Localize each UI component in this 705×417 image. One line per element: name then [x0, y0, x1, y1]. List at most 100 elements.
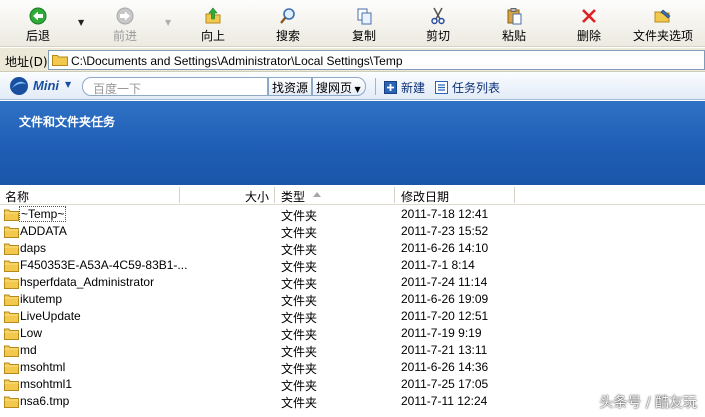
search-web-button[interactable]: 搜网页 ▼	[312, 77, 366, 96]
folder-icon	[4, 209, 19, 221]
plus-icon	[384, 81, 397, 94]
copy-icon	[357, 8, 372, 25]
toolbar: 后退 ▼ 前进 ▼ 向上 搜索 复制 剪切 粘贴 删除 文件夹选项	[0, 0, 705, 47]
sort-ascending-icon	[313, 192, 321, 197]
table-row[interactable]: msohtml 文件夹 2011-6-26 14:36	[0, 359, 705, 376]
file-name[interactable]: msohtml1	[20, 377, 72, 391]
up-label: 向上	[200, 29, 225, 43]
mini-toolbar: Mini ▼ 百度一下 找资源 搜网页 ▼ 新建 任务列表	[0, 73, 705, 100]
search-magnifier-icon	[280, 8, 295, 24]
paste-clipboard-icon	[507, 8, 522, 25]
file-name[interactable]: hsperfdata_Administrator	[20, 275, 154, 289]
file-name[interactable]: daps	[20, 241, 46, 255]
file-modified: 2011-6-26 14:10	[401, 241, 489, 255]
folder-icon	[4, 260, 19, 272]
column-divider[interactable]	[514, 187, 515, 203]
paste-button[interactable]: 粘贴	[484, 7, 544, 44]
folder-icon	[4, 311, 19, 323]
paste-label: 粘贴	[501, 29, 526, 43]
mini-dropdown-icon[interactable]: ▼	[65, 80, 71, 89]
search-input[interactable]: 百度一下	[82, 77, 268, 96]
column-divider[interactable]	[179, 187, 180, 203]
column-modified[interactable]: 修改日期	[401, 188, 449, 205]
file-name[interactable]: nsa6.tmp	[20, 394, 69, 408]
cut-button[interactable]: 剪切	[408, 7, 468, 44]
file-name[interactable]: Low	[20, 326, 42, 340]
folder-options-button[interactable]: 文件夹选项	[629, 7, 697, 44]
file-modified: 2011-7-11 12:24	[401, 394, 488, 408]
file-name[interactable]: md	[20, 343, 37, 357]
column-size[interactable]: 大小	[245, 188, 269, 205]
search-button[interactable]: 搜索	[258, 7, 318, 44]
file-name[interactable]: ADDATA	[20, 224, 67, 238]
task-list-label: 任务列表	[452, 81, 501, 95]
up-button[interactable]: 向上	[183, 7, 243, 44]
up-folder-icon	[205, 7, 221, 24]
table-row[interactable]: hsperfdata_Administrator 文件夹 2011-7-24 11:…	[0, 274, 705, 291]
new-button[interactable]: 新建	[384, 79, 425, 96]
address-path: C:\Documents and Settings\Administrator\…	[71, 54, 403, 68]
column-divider[interactable]	[394, 187, 395, 203]
folder-options-icon	[654, 9, 671, 23]
file-modified: 2011-6-26 14:36	[401, 360, 489, 374]
table-row[interactable]: Low 文件夹 2011-7-19 9:19	[0, 325, 705, 342]
address-field[interactable]: C:\Documents and Settings\Administrator\…	[48, 50, 705, 70]
forward-label: 前进	[112, 29, 137, 43]
folder-icon	[4, 396, 19, 408]
file-type: 文件夹	[281, 294, 318, 308]
file-modified: 2011-6-26 19:09	[401, 292, 489, 306]
file-name[interactable]: msohtml	[20, 360, 65, 374]
table-row[interactable]: ikutemp 文件夹 2011-6-26 19:09	[0, 291, 705, 308]
search-web-label: 搜网页	[316, 81, 353, 95]
back-label: 后退	[25, 29, 50, 43]
file-type: 文件夹	[281, 311, 318, 325]
table-row[interactable]: daps 文件夹 2011-6-26 14:10	[0, 240, 705, 257]
task-pane-title[interactable]: 文件和文件夹任务	[19, 113, 115, 130]
file-modified: 2011-7-1 8:14	[401, 258, 475, 272]
list-icon	[435, 81, 448, 94]
forward-button[interactable]: 前进	[95, 7, 155, 44]
table-row[interactable]: msohtml1 文件夹 2011-7-25 17:05	[0, 376, 705, 393]
table-row[interactable]: F450353E-A53A-4C59-83B1-... 文件夹 2011-7-1 8…	[0, 257, 705, 274]
mini-logo-text[interactable]: Mini	[33, 78, 59, 93]
back-dropdown-icon[interactable]: ▼	[78, 18, 84, 27]
file-type: 文件夹	[281, 379, 318, 393]
mini-logo-icon[interactable]	[8, 76, 30, 96]
copy-label: 复制	[351, 29, 376, 43]
address-bar: 地址(D) C:\Documents and Settings\Administ…	[0, 48, 705, 72]
table-row[interactable]: md 文件夹 2011-7-21 13:11	[0, 342, 705, 359]
task-list-button[interactable]: 任务列表	[435, 79, 500, 96]
column-name[interactable]: 名称	[5, 188, 29, 205]
back-button[interactable]: 后退	[8, 7, 68, 44]
table-row[interactable]: LiveUpdate 文件夹 2011-7-20 12:51	[0, 308, 705, 325]
file-name[interactable]: LiveUpdate	[20, 309, 81, 323]
column-divider[interactable]	[274, 187, 275, 203]
column-type[interactable]: 类型	[281, 188, 305, 205]
file-type: 文件夹	[281, 277, 318, 291]
file-list: ~Temp~ 文件夹 2011-7-18 12:41 ADDATA 文件夹 2011-7-…	[0, 206, 705, 410]
file-name[interactable]: ~Temp~	[18, 206, 67, 222]
back-arrow-icon	[29, 7, 47, 25]
file-name[interactable]: F450353E-A53A-4C59-83B1-...	[20, 258, 187, 272]
folder-icon	[4, 379, 19, 391]
find-resources-button[interactable]: 找资源	[268, 77, 312, 96]
folder-icon	[4, 277, 19, 289]
folder-icon	[52, 55, 68, 66]
watermark: 头条号 / 酷友玩	[599, 395, 697, 411]
file-modified: 2011-7-24 11:14	[401, 275, 488, 289]
column-header: 名称 大小 类型 修改日期	[0, 185, 705, 205]
table-row[interactable]: ADDATA 文件夹 2011-7-23 15:52	[0, 223, 705, 240]
copy-button[interactable]: 复制	[334, 7, 394, 44]
forward-dropdown-icon[interactable]: ▼	[165, 18, 171, 27]
chevron-down-icon: ▼	[352, 85, 361, 94]
table-row[interactable]: ~Temp~ 文件夹 2011-7-18 12:41	[0, 206, 705, 223]
file-type: 文件夹	[281, 345, 318, 359]
file-type: 文件夹	[281, 396, 318, 410]
folder-icon	[4, 362, 19, 374]
file-name[interactable]: ikutemp	[20, 292, 62, 306]
find-resources-label: 找资源	[272, 81, 309, 95]
delete-button[interactable]: 删除	[559, 7, 619, 44]
delete-x-icon	[582, 9, 596, 23]
search-placeholder: 百度一下	[93, 82, 142, 96]
file-modified: 2011-7-23 15:52	[401, 224, 489, 238]
